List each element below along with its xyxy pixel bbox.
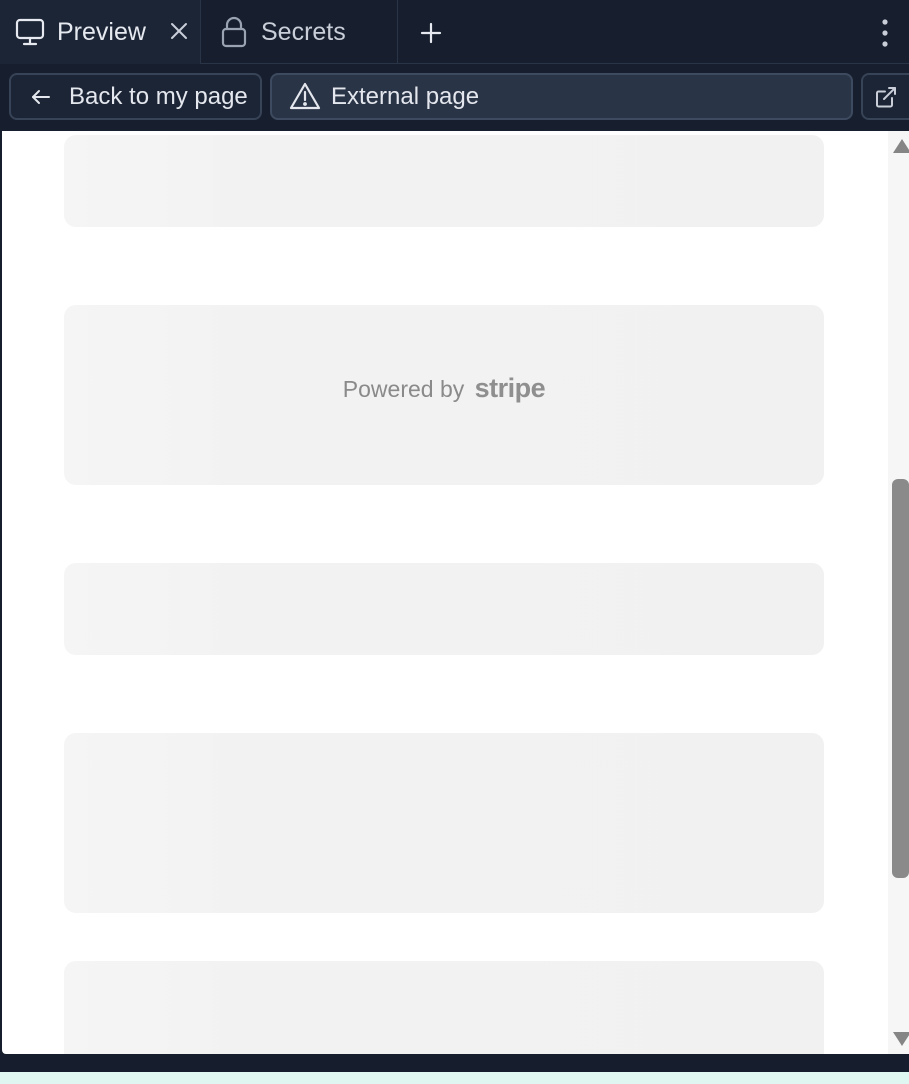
scroll-down-arrow[interactable] bbox=[893, 1032, 909, 1046]
external-page-indicator: External page bbox=[270, 73, 853, 120]
lock-icon bbox=[218, 16, 250, 48]
bottom-edge bbox=[0, 1054, 909, 1084]
background-strip bbox=[0, 1072, 909, 1084]
loading-placeholder bbox=[64, 563, 824, 655]
tab-secrets-label: Secrets bbox=[261, 17, 346, 46]
tab-preview[interactable]: Preview bbox=[0, 0, 201, 64]
tab-preview-label: Preview bbox=[57, 17, 146, 46]
external-link-icon bbox=[876, 86, 896, 107]
open-in-new-window-button[interactable] bbox=[861, 73, 909, 120]
new-tab-button[interactable] bbox=[414, 16, 448, 50]
loading-placeholder bbox=[64, 135, 824, 227]
back-to-my-page-button[interactable]: Back to my page bbox=[9, 73, 262, 120]
monitor-icon bbox=[14, 16, 46, 48]
preview-viewport: Powered by stripe bbox=[2, 131, 909, 1054]
loading-placeholder bbox=[64, 733, 824, 913]
loading-placeholder bbox=[64, 961, 824, 1054]
arrow-left-icon bbox=[29, 85, 53, 109]
warning-icon bbox=[289, 81, 321, 113]
scroll-up-arrow[interactable] bbox=[893, 139, 909, 153]
more-options-button[interactable] bbox=[868, 14, 902, 52]
tab-secrets[interactable]: Secrets bbox=[202, 0, 398, 64]
vertical-scrollbar[interactable] bbox=[888, 131, 909, 1054]
powered-by-text: Powered by bbox=[342, 376, 465, 402]
tab-bar: Preview Secrets bbox=[0, 0, 909, 64]
preview-toolbar: Back to my page External page bbox=[0, 64, 909, 131]
powered-by-stripe: Powered by stripe bbox=[64, 373, 824, 404]
stripe-placeholder: Powered by stripe bbox=[64, 305, 824, 485]
back-button-label: Back to my page bbox=[69, 82, 248, 110]
plus-icon bbox=[420, 22, 442, 44]
kebab-menu-icon bbox=[882, 19, 888, 47]
external-page-label: External page bbox=[331, 82, 480, 110]
close-icon[interactable] bbox=[166, 18, 192, 44]
scroll-thumb[interactable] bbox=[892, 479, 909, 878]
stripe-logo: stripe bbox=[474, 373, 546, 403]
